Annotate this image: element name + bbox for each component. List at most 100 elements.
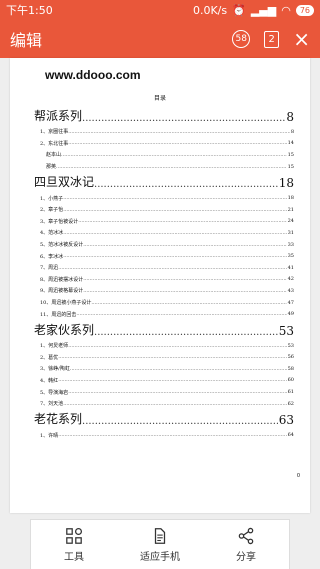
toc-entry-label: 2、章子怡	[40, 207, 64, 214]
toc-series-page: 18	[278, 176, 294, 191]
toolbar-actions: 58 2 ×	[232, 29, 310, 49]
toc-entry-row[interactable]: 2、葛优 56	[34, 352, 294, 364]
toc-entry-label: 7、周迅	[40, 265, 59, 272]
toc-leader-dots	[56, 164, 287, 170]
toc-entry-page: 60	[287, 377, 294, 384]
share-label: 分享	[236, 551, 256, 563]
toc-entry-page: 15	[287, 163, 294, 170]
toc-series-row[interactable]: 老花系列 63	[34, 409, 294, 429]
fit-phone-label: 适应手机	[140, 551, 180, 563]
page-count-icon[interactable]: 58	[232, 30, 251, 48]
toc-leader-dots	[68, 389, 286, 395]
toc-leader-dots	[94, 324, 278, 338]
signal-icon: ▂▄▆	[250, 3, 277, 17]
toc-series-row[interactable]: 帮派系列 8	[34, 106, 294, 126]
toc-leader-dots	[82, 413, 278, 427]
fit-phone-button[interactable]: 适应手机	[117, 520, 203, 569]
toc-entry-row[interactable]: 赵本山 15	[34, 149, 294, 161]
toc-entry-label: 7、刘天池	[40, 401, 64, 408]
status-indicators: 0.0K/s ⏰ ▂▄▆ ◠ 76	[193, 4, 314, 17]
tools-icon	[66, 527, 83, 544]
battery-icon: 76	[295, 4, 314, 16]
toc-entry-row[interactable]: 1、小燕子 18	[34, 192, 294, 204]
top-toolbar: 编辑 58 2 ×	[0, 20, 320, 58]
toc-entry-page: 64	[287, 432, 294, 439]
toc-entry-page: 41	[287, 264, 294, 271]
toc-entry-label: 3、章子怡被设计	[40, 218, 79, 225]
toc-entry-label: 1、京圈往事	[40, 129, 69, 136]
toc-entry-label: 9、周迅被格幕设计	[40, 288, 84, 295]
toc-entry-row[interactable]: 3、章子怡被设计 24	[34, 216, 294, 228]
status-time: 下午1:50	[6, 4, 53, 17]
toc-leader-dots	[83, 242, 286, 248]
toc-entry-row[interactable]: 3、徐峥/陶虹 58	[34, 363, 294, 375]
toc-entry-row[interactable]: 4、范冰冰 31	[34, 227, 294, 239]
toc-entry-row[interactable]: 5、范冰冰被反设计 33	[34, 239, 294, 251]
toc-entry-row[interactable]: 9、周迅被格幕设计 43	[34, 285, 294, 297]
toc-leader-dots	[58, 354, 286, 360]
toc-entry-row[interactable]: 10、周迅被小燕子设计 47	[34, 297, 294, 309]
toc-entry-row[interactable]: 5、导演海岩 61	[34, 386, 294, 398]
toc-leader-dots	[68, 343, 286, 349]
toc-entry-label: 2、东北往事	[40, 140, 69, 147]
toc-entry-page: 61	[287, 389, 294, 396]
toc-entry-label: 2、葛优	[40, 354, 59, 361]
toc-entry-row[interactable]: 2、章子怡 21	[34, 204, 294, 216]
toc-entry-label: 10、周迅被小燕子设计	[40, 300, 92, 307]
window-count-icon[interactable]: 2	[264, 30, 280, 48]
site-watermark: www.ddooo.com	[45, 68, 141, 82]
toc-entry-row[interactable]: 7、刘天池 62	[34, 398, 294, 410]
toc-leader-dots	[63, 195, 286, 201]
toc-entry-page: 24	[287, 218, 294, 225]
toc-entry-label: 5、导演海岩	[40, 389, 69, 396]
toc-entry-page: 35	[287, 253, 294, 260]
toc-entry-row[interactable]: 那英 15	[34, 161, 294, 173]
edit-title-button[interactable]: 编辑	[10, 27, 232, 51]
toc-entry-row[interactable]: 1、许晴 64	[34, 429, 294, 441]
toc-entry-row[interactable]: 1、何炅老师 53	[34, 340, 294, 352]
toc-entry-label: 4、韩红	[40, 377, 59, 384]
toc-entry-label: 1、何炅老师	[40, 343, 69, 350]
toc-series-title: 帮派系列	[34, 109, 83, 123]
toc-entry-row[interactable]: 2、东北往事 14	[34, 138, 294, 150]
share-button[interactable]: 分享	[203, 520, 289, 569]
toc-entry-label: 1、许晴	[40, 432, 59, 439]
toc-leader-dots	[76, 311, 286, 317]
toc-entry-row[interactable]: 8、周迅被摆冰设计 42	[34, 274, 294, 286]
document-page[interactable]: www.ddooo.com 目录 帮派系列 8 1、京圈往事 8 2、东北往事 14 赵本山…	[10, 58, 310, 513]
toc-entry-row[interactable]: 6、李冰冰 35	[34, 250, 294, 262]
toc-entry-row[interactable]: 11、周迅的回击 49	[34, 308, 294, 320]
toc-leader-dots	[63, 253, 286, 259]
toc-leader-dots	[68, 129, 290, 135]
toc-entry-page: 15	[287, 151, 294, 158]
toc-entry-page: 49	[287, 311, 294, 318]
toc-entry-row[interactable]: 4、韩红 60	[34, 375, 294, 387]
toc-entry-page: 42	[287, 276, 294, 283]
toc-entry-page: 31	[287, 229, 294, 236]
tools-label: 工具	[64, 551, 84, 563]
toc-leader-dots	[70, 366, 287, 372]
reader-app: 下午1:50 0.0K/s ⏰ ▂▄▆ ◠ 76 编辑 58 2 × www.d…	[0, 0, 320, 569]
toc-leader-dots	[58, 265, 286, 271]
toc-leader-dots	[91, 300, 286, 306]
toc-leader-dots	[94, 176, 278, 190]
toc-entry-page: 47	[287, 299, 294, 306]
toc-entry-page: 58	[287, 365, 294, 372]
toc-entry-label: 那英	[46, 164, 57, 171]
toc-entry-page: 56	[287, 354, 294, 361]
toc-entry-page: 21	[287, 206, 294, 213]
toc-entry-label: 6、李冰冰	[40, 253, 64, 260]
toc-entry-row[interactable]: 7、周迅 41	[34, 262, 294, 274]
toc-leader-dots	[63, 207, 286, 213]
toc-leader-dots	[58, 377, 286, 383]
toc-series-row[interactable]: 四旦双冰记 18	[34, 172, 294, 192]
toc-series-row[interactable]: 老家伙系列 53	[34, 320, 294, 340]
close-icon[interactable]: ×	[293, 29, 310, 49]
toc-entry-label: 8、周迅被摆冰设计	[40, 276, 84, 283]
toc-leader-dots	[83, 288, 286, 294]
tools-button[interactable]: 工具	[31, 520, 117, 569]
toc-entry-row[interactable]: 1、京圈往事 8	[34, 126, 294, 138]
document-fit-icon	[154, 527, 166, 544]
toc-entry-label: 赵本山	[46, 152, 62, 159]
network-speed: 0.0K/s	[192, 3, 228, 17]
